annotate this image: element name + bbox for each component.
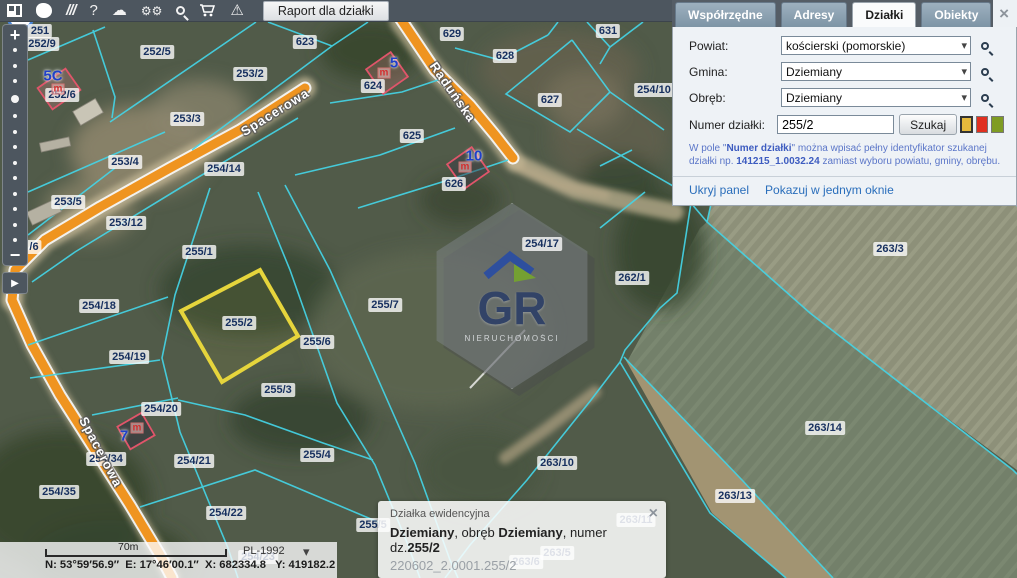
parcel-info-popup: Działka ewidencyjna × Dziemiany, obręb D… — [378, 501, 666, 578]
crs-selector[interactable]: PL-1992 — [243, 545, 285, 557]
chevron-down-icon: ▾ — [958, 91, 970, 104]
szukaj-button[interactable]: Szukaj — [899, 114, 957, 135]
chevron-down-icon: ▾ — [958, 39, 970, 52]
zoom-out-button[interactable]: − — [10, 245, 21, 265]
gmina-select[interactable]: Dziemiany ▾ — [781, 62, 971, 81]
powiat-select[interactable]: kościerski (pomorskie) ▾ — [781, 36, 971, 55]
download-cloud-icon[interactable]: ☁ — [112, 0, 127, 22]
gmina-search-icon[interactable] — [981, 68, 989, 76]
swatch-green[interactable] — [991, 116, 1004, 133]
numer-dzialki-label: Numer działki: — [689, 118, 777, 132]
shape-blob-icon[interactable] — [36, 0, 52, 22]
zoom-slider[interactable] — [11, 45, 19, 245]
sidebar-expand-button[interactable]: ▶ — [2, 272, 28, 294]
cart-icon[interactable] — [199, 0, 216, 22]
chevron-down-icon: ▾ — [958, 65, 970, 78]
popup-parcel-id: 220602_2.0001.255/2 — [390, 558, 654, 573]
popup-close-icon[interactable]: × — [649, 506, 658, 522]
swatch-yellow[interactable] — [960, 116, 973, 133]
zoom-in-button[interactable]: + — [10, 25, 21, 45]
tab-adresy[interactable]: Adresy — [781, 2, 848, 27]
zoom-level-handle — [11, 95, 19, 103]
top-toolbar: /// ? ☁ ⚙⚙ ⚠ Raport dla działki — [0, 0, 672, 22]
layout-grid-icon[interactable] — [7, 0, 22, 22]
tab-dzialki[interactable]: Działki — [852, 2, 916, 27]
warning-icon[interactable]: ⚠ — [230, 0, 243, 22]
gmina-label: Gmina: — [689, 65, 781, 79]
chevron-down-icon[interactable]: ▾ — [303, 544, 310, 560]
ukryj-panel-link[interactable]: Ukryj panel — [689, 183, 749, 197]
popup-parcel-line: Dziemiany, obręb Dziemiany, numer dz.255… — [390, 525, 654, 555]
panel-links: Ukryj panel Pokazuj w jednym oknie — [673, 176, 1016, 205]
zoom-control: + − — [2, 24, 28, 266]
geoportal-app: 251252/9252/5253/2623629628631627254/106… — [0, 0, 1017, 578]
coordinates-readout: N: 53°59′56.9″ E: 17°46′00.1″ X: 682334.… — [45, 559, 335, 571]
powiat-label: Powiat: — [689, 39, 781, 53]
hatch-icon[interactable]: /// — [66, 0, 76, 22]
tab-wspolrzedne[interactable]: Współrzędne — [675, 2, 776, 27]
help-icon[interactable]: ? — [90, 0, 98, 22]
panel-close-icon[interactable]: × — [999, 6, 1009, 22]
obreb-search-icon[interactable] — [981, 94, 989, 102]
tab-obiekty[interactable]: Obiekty — [921, 2, 991, 27]
obreb-label: Obręb: — [689, 91, 781, 105]
settings-gears-icon[interactable]: ⚙⚙ — [141, 0, 163, 22]
search-plus-icon[interactable] — [176, 0, 185, 22]
pokazuj-link[interactable]: Pokazuj w jednym oknie — [765, 183, 894, 197]
powiat-search-icon[interactable] — [981, 42, 989, 50]
panel-tabbar: Współrzędne Adresy Działki Obiekty × — [672, 0, 1017, 27]
search-panel: Współrzędne Adresy Działki Obiekty × Pow… — [672, 0, 1017, 206]
obreb-select[interactable]: Dziemiany ▾ — [781, 88, 971, 107]
scale-label: 70m — [118, 541, 138, 553]
parcel-number-input[interactable] — [777, 115, 894, 134]
panel-body: Powiat: kościerski (pomorskie) ▾ Gmina: … — [672, 27, 1017, 206]
popup-title: Działka ewidencyjna — [390, 508, 654, 520]
swatch-red[interactable] — [976, 116, 989, 133]
report-button[interactable]: Raport dla działki — [263, 1, 389, 21]
hint-text: W pole "Numer działki" można wpisać pełn… — [689, 142, 1002, 168]
